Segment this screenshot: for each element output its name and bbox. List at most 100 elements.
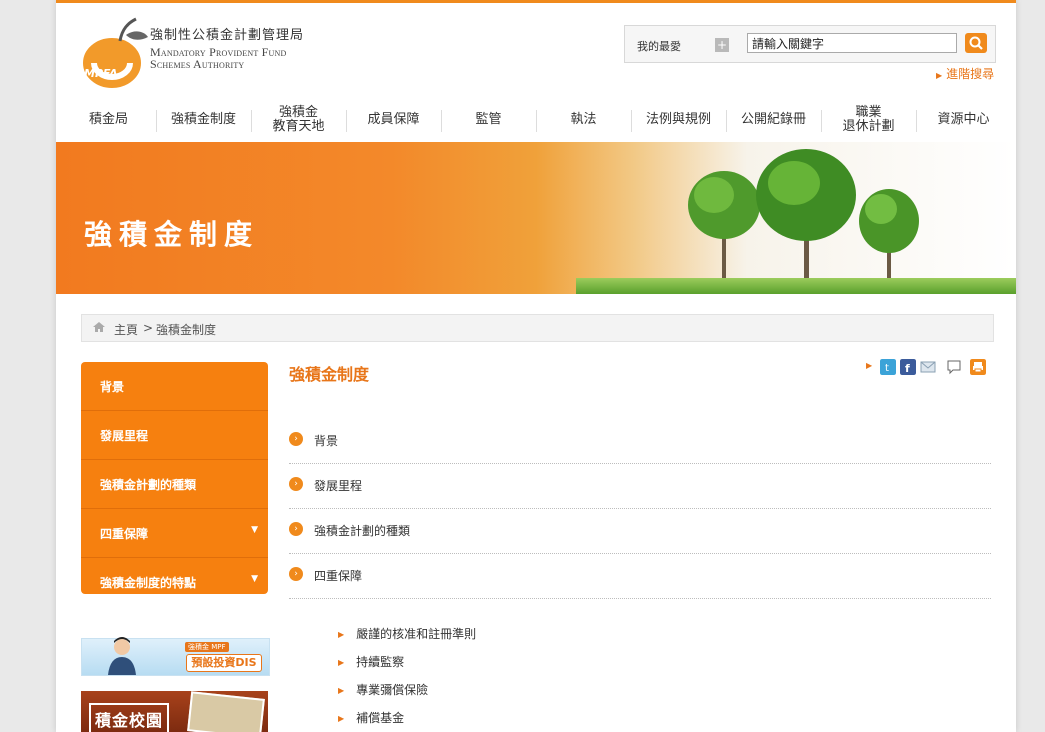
content-list-item-four-safeguards[interactable]: › 四重保障 (289, 553, 991, 599)
nav-label: 法例與規例 (645, 112, 711, 127)
nav-label: 公開紀錄冊 (740, 112, 806, 127)
sub-list-label: 專業彌償保險 (356, 683, 429, 697)
content-title: 強積金制度 (289, 365, 370, 384)
triangle-right-icon: ▶ (338, 686, 345, 695)
sub-list-label: 持續監察 (356, 655, 405, 669)
person-illustration-icon (108, 637, 136, 675)
nav-item-public-registers[interactable]: 公開紀錄冊 (726, 101, 821, 139)
chevron-down-icon[interactable]: ▼ (251, 574, 258, 584)
org-name-en-2: Schemes Authority (150, 57, 245, 71)
favorites-label: 我的最愛 (637, 40, 681, 53)
sidebar-item-features[interactable]: 強積金制度的特點 ▼ (81, 558, 268, 594)
sub-list-label: 嚴謹的核准和註冊準則 (356, 627, 477, 641)
org-name: 強制性公積金計劃管理局 Mandatory Provident Fund Sch… (150, 28, 305, 71)
list-item-label: 背景 (314, 434, 339, 448)
promo-banner-dis[interactable]: 強積金 MPF 預設投資DIS (81, 637, 270, 676)
nav-label: 成員保障 (367, 112, 420, 127)
page: MPFA 強制性公積金計劃管理局 Mandatory Provident Fun… (56, 0, 1016, 732)
nav-item-about[interactable]: 積金局 (61, 101, 156, 139)
chevron-right-circle-icon: › (289, 477, 303, 491)
breadcrumb: 主頁 > 強積金制度 (81, 314, 994, 342)
nav-item-member-protection[interactable]: 成員保障 (346, 101, 441, 139)
hero-banner: 強積金制度 (56, 142, 1016, 294)
content-list-item-scheme-types[interactable]: › 強積金計劃的種類 (289, 508, 991, 554)
sidebar-item-four-safeguards[interactable]: 四重保障 ▼ (81, 509, 268, 558)
print-icon[interactable] (970, 359, 986, 375)
breadcrumb-home-link[interactable]: 主頁 (114, 321, 138, 338)
grass-strip (576, 278, 1016, 294)
promo-campus-label: 積金校園 (89, 703, 170, 732)
nav-item-enforcement[interactable]: 執法 (536, 101, 631, 139)
twitter-icon[interactable]: t (880, 359, 896, 375)
facebook-icon[interactable]: f (900, 359, 916, 375)
nav-label: 監管 (475, 112, 502, 127)
sidebar-item-label: 強積金制度的特點 (100, 576, 197, 590)
svg-text:t: t (885, 363, 889, 374)
promo-tag: 強積金 MPF (185, 642, 229, 652)
add-favorite-icon[interactable]: + (715, 38, 729, 52)
org-name-cn: 強制性公積金計劃管理局 (150, 28, 305, 43)
nav-item-orso[interactable]: 職業 退休計劃 (821, 101, 916, 139)
nav-label-line1: 職業 (855, 105, 882, 120)
sub-list-item[interactable]: ▶ 補償基金 (338, 709, 404, 727)
search-input[interactable] (747, 33, 957, 53)
content-list-item-background[interactable]: › 背景 (289, 418, 991, 464)
sidebar-item-label: 發展里程 (100, 429, 149, 443)
search-button[interactable] (965, 33, 987, 53)
sidebar-item-milestones[interactable]: 發展里程 (81, 411, 268, 460)
nav-label: 強積金制度 (170, 112, 236, 127)
nav-item-legislation[interactable]: 法例與規例 (631, 101, 726, 139)
utility-bar: 我的最愛 + (624, 25, 996, 63)
nav-item-education[interactable]: 強積金 教育天地 (251, 101, 346, 139)
triangle-right-icon: ▶ (936, 71, 943, 80)
breadcrumb-current: 強積金制度 (156, 323, 217, 337)
advanced-search-label: 進階搜尋 (946, 67, 995, 81)
sidebar-menu: 背景 發展里程 強積金計劃的種類 四重保障 ▼ 強積金制度的特點 ▼ (81, 362, 268, 594)
search-icon (969, 36, 983, 50)
nav-label: 積金局 (88, 112, 128, 127)
nav-item-mpf-system[interactable]: 強積金制度 (156, 101, 251, 139)
nav-label-line1: 強積金 (278, 105, 318, 120)
nav-item-regulation[interactable]: 監管 (441, 101, 536, 139)
nav-label: 執法 (570, 112, 597, 127)
nav-label: 資源中心 (937, 112, 990, 127)
chevron-down-icon[interactable]: ▼ (251, 525, 258, 535)
advanced-search-link[interactable]: ▶ 進階搜尋 (936, 65, 994, 82)
list-item-label: 發展里程 (314, 479, 363, 493)
sub-list-item[interactable]: ▶ 持續監察 (338, 653, 404, 671)
nav-label: 強積金 教育天地 (272, 106, 324, 134)
content-list-item-milestones[interactable]: › 發展里程 (289, 463, 991, 509)
chevron-right-circle-icon: › (289, 567, 303, 581)
promo-banner-campus[interactable]: 積金校園 (81, 691, 268, 732)
sub-list-label: 補償基金 (356, 711, 405, 725)
chevron-right-circle-icon: › (289, 432, 303, 446)
nav-item-resources[interactable]: 資源中心 (916, 101, 1011, 139)
breadcrumb-separator: > (143, 321, 154, 335)
sub-list-item[interactable]: ▶ 專業彌償保險 (338, 681, 428, 699)
comment-icon[interactable] (946, 359, 962, 375)
group-photo-icon (187, 691, 265, 732)
triangle-right-icon: ▶ (338, 630, 345, 639)
home-icon[interactable] (92, 321, 106, 333)
main-nav: 積金局 強積金制度 強積金 教育天地 成員保障 監管 執法 法例與規例 公開紀錄冊… (56, 101, 1016, 141)
email-icon[interactable] (920, 359, 936, 375)
sub-list-item[interactable]: ▶ 嚴謹的核准和註冊準則 (338, 625, 476, 643)
promo-dis-label: 預設投資DIS (186, 654, 262, 672)
triangle-right-icon: ▶ (338, 714, 345, 723)
chevron-right-circle-icon: › (289, 522, 303, 536)
svg-text:f: f (905, 362, 910, 375)
nav-label-line2: 教育天地 (272, 119, 325, 134)
banner-title: 強積金制度 (84, 218, 260, 251)
sidebar-item-background[interactable]: 背景 (81, 362, 268, 411)
nav-label-line2: 退休計劃 (842, 119, 895, 134)
logo-mark-icon (81, 17, 148, 90)
sidebar-item-label: 四重保障 (100, 527, 149, 541)
triangle-right-icon: ▶ (338, 658, 345, 667)
list-item-label: 強積金計劃的種類 (314, 524, 411, 538)
nav-label: 職業 退休計劃 (842, 106, 894, 134)
sidebar-item-scheme-types[interactable]: 強積金計劃的種類 (81, 460, 268, 509)
trees-illustration-icon (688, 149, 919, 279)
sidebar-item-label: 背景 (100, 380, 125, 394)
triangle-right-icon: ▶ (866, 361, 873, 370)
logo-abbr: MPFA (84, 67, 118, 80)
